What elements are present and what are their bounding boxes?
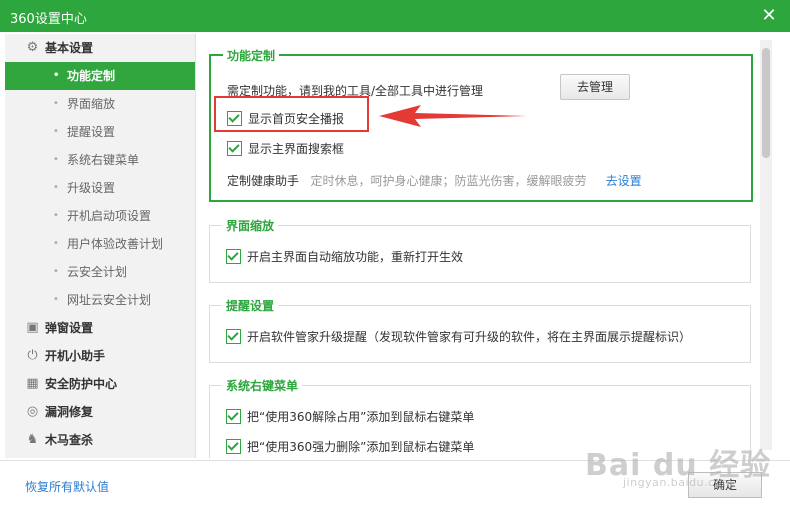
checkbox-checked-icon[interactable] [227,141,242,156]
sidebar-item-label: 安全防护中心 [45,377,118,391]
sidebar-item-label: 基本设置 [45,41,94,55]
watermark: Bai du 经验 jingyan.baidu.com [585,440,771,489]
checkbox-checked-icon[interactable] [226,409,241,424]
close-icon[interactable]: ✕ [758,5,780,27]
annotation-highlight-box [214,96,369,132]
vertical-scrollbar[interactable] [760,40,772,450]
checkbox-checked-icon[interactable] [226,439,241,454]
sidebar-item-label: 系统右键菜单 [67,153,140,167]
sidebar-item[interactable]: ◎ 漏洞修复 [5,398,195,426]
title-bar: 360设置中心 ✕ [0,0,790,32]
power-icon: ⏻ [27,348,38,363]
sidebar-item-label: 开机启动项设置 [67,209,152,223]
watermark-url: jingyan.baidu.com [623,476,734,489]
checkbox-checked-icon[interactable] [226,249,241,264]
checkbox-checked-icon[interactable] [226,329,241,344]
grid-icon: ▦ [26,376,39,391]
sidebar-item-label: 弹窗设置 [45,321,94,335]
health-assistant-row: 定制健康助手 定时休息，呵护身心健康；防蓝光伤害，缓解眼疲劳 去设置 [227,172,642,189]
sidebar-item[interactable]: 界面缩放 [5,90,195,118]
group-title-context-menu: 系统右键菜单 [222,377,303,394]
auto-zoom-label: 开启主界面自动缩放功能，重新打开生效 [247,250,464,264]
unlock-item-label: 把“使用360解除占用”添加到鼠标右键菜单 [247,410,475,424]
group-zoom: 界面缩放 开启主界面自动缩放功能，重新打开生效 [209,217,751,283]
sidebar-item[interactable]: ⚙ 基本设置 [5,34,195,62]
sidebar-item-label: 木马查杀 [45,433,94,447]
sidebar-item[interactable]: 云安全计划 [5,258,195,286]
health-settings-link[interactable]: 去设置 [606,174,642,188]
sidebar-item[interactable]: ⏻ 开机小助手 [5,342,195,370]
health-assistant-description: 定时休息，呵护身心健康；防蓝光伤害，缓解眼疲劳 [310,174,587,188]
group-title-function-custom: 功能定制 [223,47,280,64]
patch-icon: ◎ [26,404,39,419]
group-title-zoom: 界面缩放 [222,217,279,234]
show-main-search-label: 显示主界面搜索框 [248,142,345,156]
sidebar-item[interactable]: 升级设置 [5,174,195,202]
scrollbar-thumb[interactable] [762,48,770,158]
go-manage-button[interactable]: 去管理 [560,74,630,100]
sidebar-item[interactable]: 开机启动项设置 [5,202,195,230]
sidebar-item-label: 界面缩放 [67,97,116,111]
sidebar: ⚙ 基本设置功能定制界面缩放提醒设置系统右键菜单升级设置开机启动项设置用户体验改善… [5,34,196,458]
sidebar-item[interactable]: ♞ 木马查杀 [5,426,195,454]
window-title: 360设置中心 [10,12,87,27]
restore-defaults-link[interactable]: 恢复所有默认值 [25,478,109,495]
unlock-item-checkbox[interactable]: 把“使用360解除占用”添加到鼠标右键菜单 [226,408,474,425]
upgrade-remind-checkbox[interactable]: 开启软件管家升级提醒（发现软件管家有可升级的软件，将在主界面展示提醒标识） [226,328,691,345]
sidebar-item-label: 网址云安全计划 [67,293,152,307]
sidebar-item-label: 云安全计划 [67,265,128,279]
group-title-reminder: 提醒设置 [222,297,279,314]
force-delete-checkbox[interactable]: 把“使用360强力删除”添加到鼠标右键菜单 [226,438,474,455]
show-main-search-checkbox[interactable]: 显示主界面搜索框 [227,140,344,157]
upgrade-remind-label: 开启软件管家升级提醒（发现软件管家有可升级的软件，将在主界面展示提醒标识） [247,330,692,344]
sidebar-item[interactable]: 系统右键菜单 [5,146,195,174]
auto-zoom-checkbox[interactable]: 开启主界面自动缩放功能，重新打开生效 [226,248,463,265]
sidebar-item-label: 开机小助手 [45,349,106,363]
sidebar-item[interactable]: 提醒设置 [5,118,195,146]
force-delete-label: 把“使用360强力删除”添加到鼠标右键菜单 [247,440,475,454]
sidebar-item-label: 漏洞修复 [45,405,94,419]
sidebar-item[interactable]: 功能定制 [5,62,195,90]
sidebar-item[interactable]: ▦ 安全防护中心 [5,370,195,398]
horse-icon: ♞ [26,432,39,447]
annotation-arrow-icon [379,105,527,127]
sidebar-item-label: 功能定制 [67,69,116,83]
health-assistant-label: 定制健康助手 [227,174,300,188]
sidebar-item-label: 用户体验改善计划 [67,237,164,251]
group-reminder: 提醒设置 开启软件管家升级提醒（发现软件管家有可升级的软件，将在主界面展示提醒标… [209,297,751,363]
sidebar-item-label: 升级设置 [67,181,116,195]
sidebar-item[interactable]: 网址云安全计划 [5,286,195,314]
popup-window-icon: ▣ [26,320,39,335]
sidebar-item[interactable]: 用户体验改善计划 [5,230,195,258]
sidebar-item-label: 提醒设置 [67,125,116,139]
gear-icon: ⚙ [26,40,39,55]
sidebar-item[interactable]: ▣ 弹窗设置 [5,314,195,342]
